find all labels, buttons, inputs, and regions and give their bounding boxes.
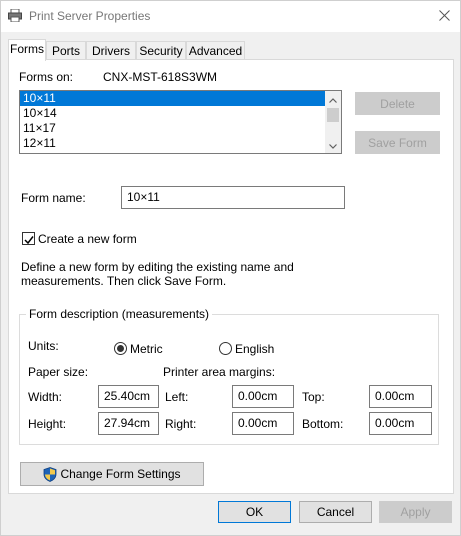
list-scrollbar[interactable] — [325, 91, 341, 153]
list-item[interactable]: 11×17 — [20, 121, 326, 136]
printer-margins-label: Printer area margins: — [163, 365, 276, 379]
tab-security[interactable]: Security — [136, 41, 186, 60]
right-margin-label: Right: — [165, 417, 197, 431]
forms-panel: Forms on: CNX-MST-618S3WM 10×11 10×14 11… — [8, 59, 454, 494]
form-name-label: Form name: — [21, 191, 86, 205]
list-item[interactable]: 10×11 — [20, 91, 326, 106]
shield-icon — [43, 466, 57, 482]
create-new-form-checkbox[interactable] — [22, 232, 35, 245]
top-margin-input[interactable]: 0.00cm — [369, 385, 432, 408]
tab-forms[interactable]: Forms — [8, 39, 46, 61]
list-item[interactable]: 10×14 — [20, 106, 326, 121]
tab-ports[interactable]: Ports — [46, 41, 86, 60]
width-input[interactable]: 25.40cm — [98, 385, 159, 408]
measurements-group-title: Form description (measurements) — [26, 307, 213, 321]
create-new-form-label: Create a new form — [38, 232, 137, 246]
save-form-button[interactable]: Save Form — [355, 131, 440, 154]
english-label: English — [235, 342, 275, 356]
close-icon — [438, 9, 450, 24]
server-name: CNX-MST-618S3WM — [103, 70, 218, 84]
print-server-properties-window: Print Server Properties Forms Ports Driv… — [0, 0, 461, 536]
measurements-group: Form description (measurements) Units: M… — [19, 307, 439, 445]
apply-button[interactable]: Apply — [379, 501, 452, 523]
top-margin-label: Top: — [302, 390, 325, 404]
window-title: Print Server Properties — [29, 9, 151, 23]
width-label: Width: — [28, 390, 63, 404]
description-line-2: measurements. Then click Save Form. — [21, 274, 227, 288]
checkmark-icon — [24, 234, 34, 248]
height-label: Height: — [28, 417, 67, 431]
left-margin-label: Left: — [165, 390, 189, 404]
english-radio[interactable] — [219, 342, 232, 355]
close-button[interactable] — [428, 1, 460, 32]
form-name-input[interactable]: 10×11 — [121, 186, 345, 209]
delete-button[interactable]: Delete — [355, 92, 440, 115]
change-form-settings-button[interactable]: Change Form Settings — [20, 462, 204, 486]
forms-on-label: Forms on: — [19, 70, 74, 84]
printer-icon — [8, 8, 22, 23]
scroll-up-button[interactable] — [325, 91, 341, 107]
right-margin-input[interactable]: 0.00cm — [232, 412, 294, 435]
metric-radio[interactable] — [114, 342, 127, 355]
tab-advanced[interactable]: Advanced — [186, 41, 245, 60]
scroll-down-button[interactable] — [325, 137, 341, 153]
chevron-up-icon — [329, 92, 337, 106]
forms-list[interactable]: 10×11 10×14 11×17 12×11 — [19, 90, 342, 154]
metric-label: Metric — [130, 342, 163, 356]
units-label: Units: — [28, 339, 59, 353]
change-form-settings-label: Change Form Settings — [60, 467, 181, 481]
scroll-thumb[interactable] — [327, 108, 339, 122]
list-item[interactable]: 12×11 — [20, 136, 326, 151]
title-bar: Print Server Properties — [1, 1, 460, 32]
bottom-margin-input[interactable]: 0.00cm — [369, 412, 432, 435]
paper-size-label: Paper size: — [28, 365, 89, 379]
left-margin-input[interactable]: 0.00cm — [232, 385, 294, 408]
radio-selected-dot — [117, 345, 124, 352]
tab-drivers[interactable]: Drivers — [86, 41, 136, 60]
description-line-1: Define a new form by editing the existin… — [21, 260, 294, 274]
ok-button[interactable]: OK — [218, 501, 291, 523]
cancel-button[interactable]: Cancel — [299, 501, 372, 523]
bottom-margin-label: Bottom: — [302, 417, 344, 431]
chevron-down-icon — [329, 138, 337, 152]
height-input[interactable]: 27.94cm — [98, 412, 159, 435]
